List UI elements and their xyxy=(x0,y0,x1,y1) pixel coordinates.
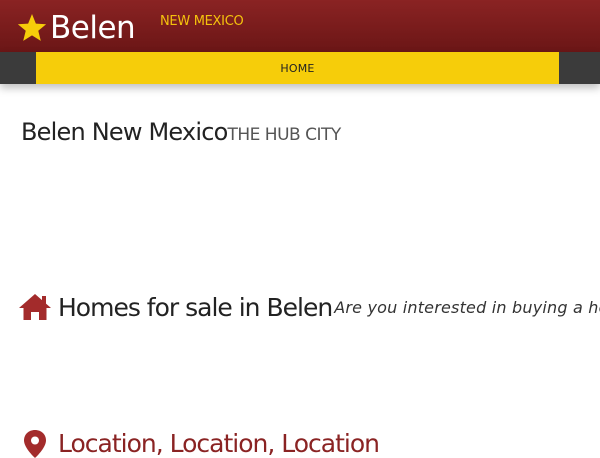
logo-text: Belen xyxy=(50,10,136,46)
site-tagline: NEW MEXICO xyxy=(160,14,244,29)
page-title: Belen New MexicoTHE HUB CITY xyxy=(21,118,341,146)
section-title: Homes for sale in Belen xyxy=(58,292,333,322)
site-subtitle: THE HUB CITY xyxy=(227,125,341,145)
section-title: Location, Location, Location xyxy=(58,428,380,458)
site-name: Belen New Mexico xyxy=(21,118,228,146)
map-marker-icon xyxy=(24,430,46,458)
site-header: Belen NEW MEXICO xyxy=(0,0,600,52)
site-logo[interactable]: Belen xyxy=(16,8,136,48)
nav-item-home[interactable]: HOME xyxy=(280,62,314,75)
section-lead: Are you interested in buying a hom xyxy=(334,297,600,317)
section-location: Location, Location, Location xyxy=(18,428,380,458)
main-nav: HOME xyxy=(36,52,559,84)
home-icon xyxy=(19,294,51,320)
section-homes: Homes for sale in Belen Are you interest… xyxy=(18,292,600,322)
star-icon xyxy=(17,14,47,41)
